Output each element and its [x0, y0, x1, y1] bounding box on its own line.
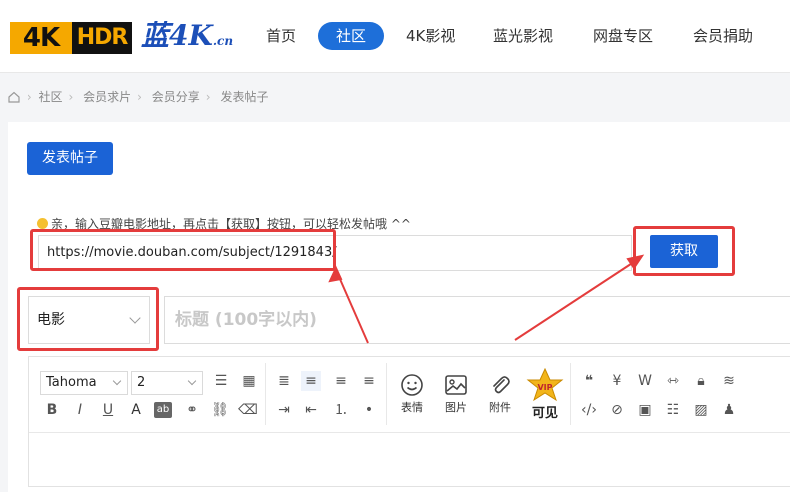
breadcrumb-share[interactable]: 会员分享: [152, 90, 200, 104]
image-button[interactable]: 图片: [436, 373, 476, 415]
font-size-value: 2: [137, 375, 146, 390]
hide-icon[interactable]: ⊘: [607, 400, 627, 420]
ordered-list-icon[interactable]: ⒈: [331, 400, 351, 420]
post-thread-button[interactable]: 发表帖子: [27, 142, 113, 175]
code-icon[interactable]: ‹/›: [579, 400, 599, 420]
nav-home[interactable]: 首页: [266, 22, 306, 50]
breadcrumb-current: 发表帖子: [220, 90, 269, 104]
italic-icon[interactable]: I: [70, 400, 90, 420]
site-logo-cn[interactable]: 蓝4K.cn: [141, 18, 233, 59]
image-label: 图片: [445, 401, 467, 414]
align-right-icon[interactable]: ≡: [359, 371, 379, 391]
eraser-icon[interactable]: ⌫: [238, 400, 258, 420]
paperclip-icon: [493, 376, 510, 394]
nav-netdisk[interactable]: 网盘专区: [593, 22, 657, 50]
layers-icon[interactable]: ≋: [719, 371, 739, 391]
logo-hdr-text: HDR: [76, 25, 129, 50]
nav-community[interactable]: 社区: [318, 22, 384, 50]
attachment-label: 附件: [489, 401, 511, 414]
title-input[interactable]: 标题 (100字以内): [164, 296, 790, 344]
outdent-icon[interactable]: ⇤: [301, 400, 321, 420]
logo-cn-suffix: .cn: [212, 34, 234, 48]
page-break-icon[interactable]: ⇿: [663, 371, 683, 391]
nav-donate[interactable]: 会员捐助: [693, 22, 757, 50]
table-icon[interactable]: ▦: [239, 371, 259, 391]
indent-icon[interactable]: ⇥: [274, 400, 294, 420]
currency-icon[interactable]: ¥: [607, 371, 627, 391]
vip-label: 可见: [531, 406, 558, 421]
toolbar-divider: [386, 363, 387, 425]
nav-bluray-movies[interactable]: 蓝光影视: [493, 22, 557, 50]
vip-badge-text: VIP: [537, 383, 552, 392]
text-color-icon[interactable]: A: [126, 400, 146, 420]
chevron-down-icon: [187, 376, 197, 386]
font-family-select[interactable]: Tahoma: [40, 371, 128, 395]
emoji-label: 表情: [401, 401, 423, 414]
nav-4k-movies[interactable]: 4K影视: [406, 22, 466, 50]
hatch-icon[interactable]: ▨: [691, 400, 711, 420]
emoji-icon: [401, 374, 423, 396]
bullet-list-icon[interactable]: •: [359, 400, 379, 420]
font-size-select[interactable]: 2: [131, 371, 203, 395]
chevron-down-icon: [112, 376, 122, 386]
editor-toolbar: Tahoma 2 ☰ ▦ ≣ ≡ ≡ ≡ B I U A ab ⚭ ⛓ ⌫ ⇥ …: [29, 357, 790, 433]
rich-text-editor[interactable]: Tahoma 2 ☰ ▦ ≣ ≡ ≡ ≡ B I U A ab ⚭ ⛓ ⌫ ⇥ …: [28, 356, 790, 487]
logo-cn-text: 蓝4K: [141, 19, 213, 52]
highlight-box-url: [30, 229, 336, 271]
attachment-button[interactable]: 附件: [480, 373, 520, 415]
site-logo[interactable]: 4K HDR: [10, 22, 132, 54]
background-color-icon[interactable]: ab: [154, 402, 172, 418]
toolbar-divider: [265, 363, 266, 425]
qq-icon[interactable]: ♟: [719, 400, 739, 420]
toolbar-divider: [570, 363, 571, 425]
title-placeholder: 标题 (100字以内): [175, 310, 317, 330]
breadcrumb: › 社区 › 会员求片 › 会员分享 › 发表帖子: [8, 88, 274, 106]
quote-icon[interactable]: ❝: [579, 371, 599, 391]
smile-icon: [37, 218, 48, 229]
align-left-icon[interactable]: ≡: [301, 371, 321, 391]
link-icon[interactable]: ⚭: [182, 400, 202, 420]
highlight-box-category: [17, 287, 159, 351]
image-icon: [445, 375, 467, 395]
home-icon[interactable]: [8, 91, 20, 103]
align-center-icon[interactable]: ≡: [331, 371, 351, 391]
font-family-value: Tahoma: [46, 375, 97, 390]
grid-list-icon[interactable]: ☷: [663, 400, 683, 420]
highlight-box-fetch: [633, 226, 735, 276]
vip-star-icon: VIP: [526, 367, 564, 402]
vip-visible-button[interactable]: VIP 可见: [526, 367, 564, 421]
underline-icon[interactable]: U: [98, 400, 118, 420]
horizontal-rule-icon[interactable]: ☰: [211, 371, 231, 391]
emoji-button[interactable]: 表情: [392, 373, 432, 415]
breadcrumb-community[interactable]: 社区: [38, 90, 62, 104]
lock-icon[interactable]: 🔒︎: [691, 371, 711, 391]
image-edit-icon[interactable]: ▣: [635, 400, 655, 420]
bold-icon[interactable]: B: [42, 400, 62, 420]
sort-icon[interactable]: ≣: [274, 371, 294, 391]
unlink-icon[interactable]: ⛓: [210, 400, 230, 420]
logo-4k-text: 4K: [10, 22, 72, 54]
site-header: 4K HDR 蓝4K.cn 首页 社区 4K影视 蓝光影视 网盘专区 会员捐助: [0, 0, 790, 73]
breadcrumb-requests[interactable]: 会员求片: [83, 90, 131, 104]
word-doc-icon[interactable]: W: [635, 371, 655, 391]
